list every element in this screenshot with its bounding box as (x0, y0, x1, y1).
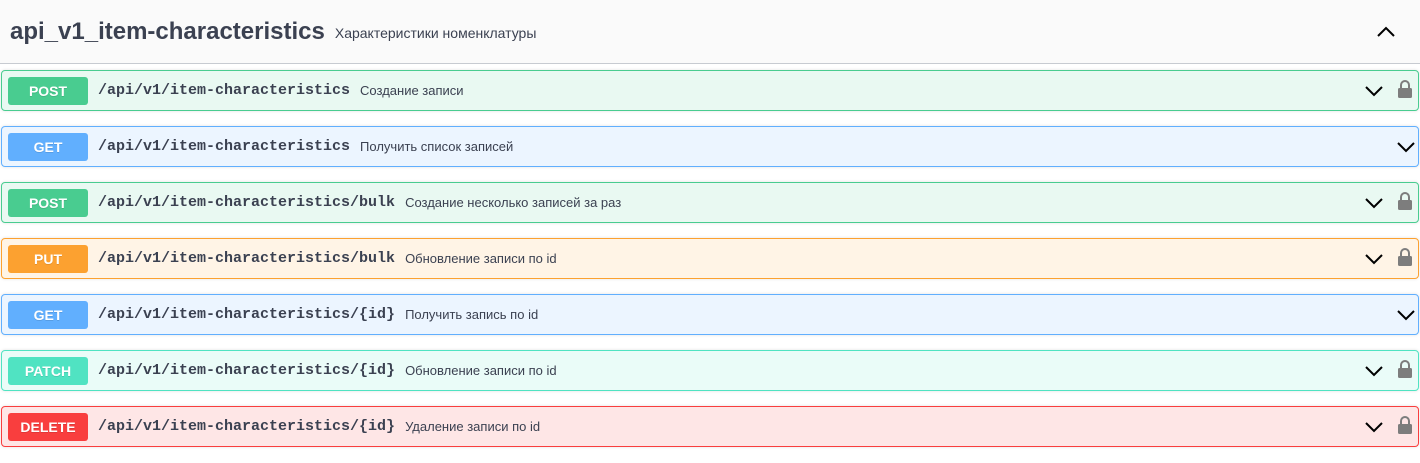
operation-path[interactable]: /api/v1/item-characteristics (98, 82, 350, 99)
method-badge: GET (8, 300, 88, 329)
chevron-down-icon[interactable] (1396, 137, 1416, 157)
method-badge: GET (8, 132, 88, 161)
operation-path[interactable]: /api/v1/item-characteristics/bulk (98, 194, 395, 211)
operation-post-item-characteristics-bulk[interactable]: POST /api/v1/item-characteristics/bulk С… (1, 182, 1419, 223)
operation-summary: Получить список записей (360, 139, 514, 154)
tag-name[interactable]: api_v1_item-characteristics (10, 18, 325, 46)
lock-icon[interactable] (1397, 415, 1413, 435)
lock-icon[interactable] (1397, 79, 1413, 99)
method-badge: POST (8, 188, 88, 217)
chevron-down-icon[interactable] (1364, 81, 1384, 101)
operation-summary: Удаление записи по id (405, 419, 541, 434)
lock-icon[interactable] (1397, 359, 1413, 379)
operation-summary: Обновление записи по id (405, 363, 557, 378)
operation-summary: Получить запись по id (405, 307, 539, 322)
operation-get-item-characteristics-id[interactable]: GET /api/v1/item-characteristics/{id} По… (1, 294, 1419, 335)
chevron-down-icon[interactable] (1364, 361, 1384, 381)
operation-path[interactable]: /api/v1/item-characteristics/{id} (98, 306, 395, 323)
tag-section-header[interactable]: api_v1_item-characteristics Характеристи… (0, 0, 1420, 64)
operations-list: POST /api/v1/item-characteristics Создан… (0, 64, 1420, 447)
operation-get-item-characteristics[interactable]: GET /api/v1/item-characteristics Получит… (1, 126, 1419, 167)
operation-summary: Создание записи (360, 83, 464, 98)
lock-icon[interactable] (1397, 191, 1413, 211)
chevron-down-icon[interactable] (1364, 417, 1384, 437)
lock-icon[interactable] (1397, 247, 1413, 267)
chevron-down-icon[interactable] (1396, 305, 1416, 325)
chevron-down-icon[interactable] (1364, 193, 1384, 213)
operation-path[interactable]: /api/v1/item-characteristics/{id} (98, 418, 395, 435)
operation-summary: Создание несколько записей за раз (405, 195, 622, 210)
method-badge: POST (8, 76, 88, 105)
operation-path[interactable]: /api/v1/item-characteristics/bulk (98, 250, 395, 267)
operation-path[interactable]: /api/v1/item-characteristics/{id} (98, 362, 395, 379)
chevron-up-icon[interactable] (1374, 20, 1398, 44)
operation-summary: Обновление записи по id (405, 251, 557, 266)
operation-path[interactable]: /api/v1/item-characteristics (98, 138, 350, 155)
method-badge: PUT (8, 244, 88, 273)
operation-patch-item-characteristics-id[interactable]: PATCH /api/v1/item-characteristics/{id} … (1, 350, 1419, 391)
operation-put-item-characteristics-bulk[interactable]: PUT /api/v1/item-characteristics/bulk Об… (1, 238, 1419, 279)
tag-description: Характеристики номенклатуры (334, 24, 537, 41)
operation-delete-item-characteristics-id[interactable]: DELETE /api/v1/item-characteristics/{id}… (1, 406, 1419, 447)
chevron-down-icon[interactable] (1364, 249, 1384, 269)
method-badge: PATCH (8, 356, 88, 385)
method-badge: DELETE (8, 412, 88, 441)
operation-post-item-characteristics[interactable]: POST /api/v1/item-characteristics Создан… (1, 70, 1419, 111)
